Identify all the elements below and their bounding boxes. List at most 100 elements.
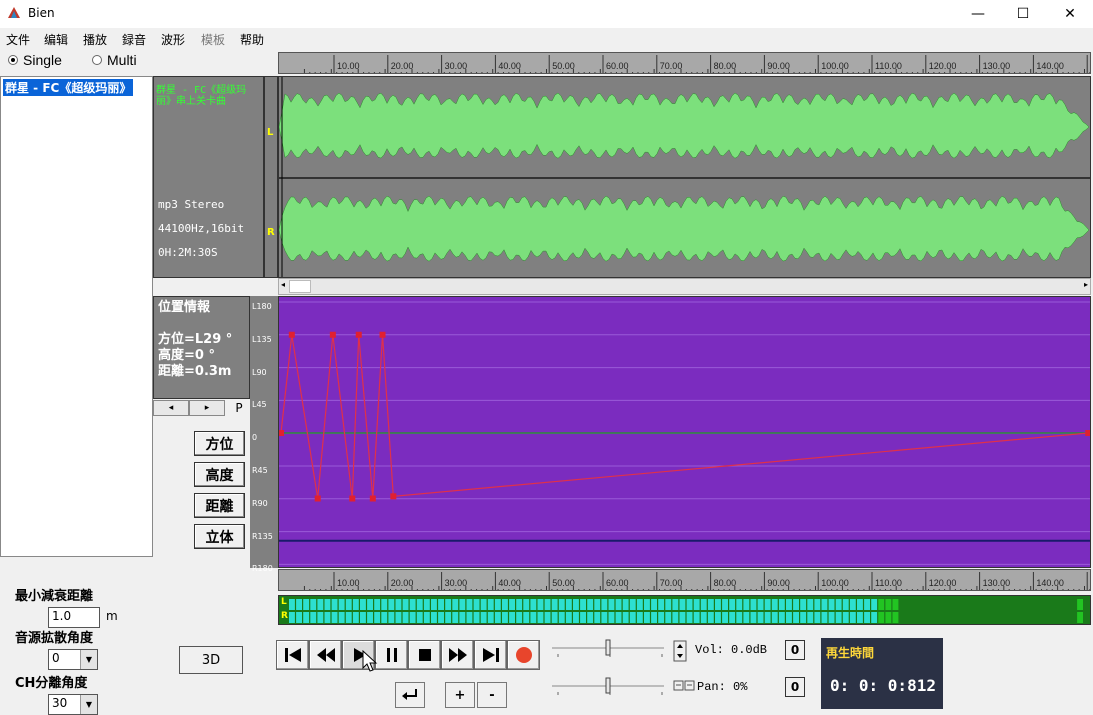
scroll-left-arrow[interactable]: ◂ (281, 280, 285, 289)
meter-segment (423, 612, 430, 623)
meter-segment (693, 599, 700, 610)
meter-segment (885, 612, 892, 623)
ruler-label: 50.00 (552, 578, 575, 588)
menu-file[interactable]: 文件 (6, 31, 30, 48)
meter-segment (509, 599, 515, 610)
channel-labels: L R (264, 76, 278, 278)
meter-segment (601, 612, 608, 623)
meter-segment (317, 612, 324, 623)
multi-radio[interactable]: Multi (92, 52, 137, 68)
spread-angle-select[interactable]: 0 ▼ (48, 649, 98, 670)
close-button[interactable]: ✕ (1047, 0, 1093, 28)
pause-button[interactable] (375, 640, 408, 670)
meter-segment (1077, 599, 1083, 610)
meter-segment (750, 599, 757, 610)
menu-template[interactable]: 模板 (201, 31, 225, 48)
meter-segment (573, 612, 579, 623)
pan-slider[interactable] (550, 677, 666, 697)
volume-slider[interactable] (550, 639, 666, 659)
track-info-panel: 群星 - FC《超级玛丽》串上关卡曲 mp3 Stereo 44100Hz,16… (153, 76, 264, 278)
scroll-right-arrow[interactable]: ▸ (1084, 280, 1088, 289)
record-button[interactable] (507, 640, 540, 670)
loop-button[interactable] (395, 682, 425, 708)
meter-segment (892, 612, 899, 623)
meter-segment (722, 612, 728, 623)
meter-segment (317, 599, 324, 610)
meter-segment (388, 612, 395, 623)
meter-segment (700, 612, 707, 623)
meter-segment (395, 612, 402, 623)
meter-segment (892, 599, 899, 610)
meter-segment (729, 612, 736, 623)
stereo-button[interactable]: 立体 (194, 524, 245, 549)
meter-segment (672, 612, 679, 623)
ch-angle-select[interactable]: 30 ▼ (48, 694, 98, 715)
meter-segment (814, 599, 821, 610)
meter-segment (594, 599, 601, 610)
stop-button[interactable] (408, 640, 441, 670)
ruler-label: 120.00 (929, 61, 957, 71)
waveform-scrollbar[interactable]: ◂ ▸ (278, 278, 1091, 295)
meter-segment (445, 599, 452, 610)
meter-segment (473, 599, 480, 610)
menu-waveform[interactable]: 波形 (161, 31, 185, 48)
meter-segment (757, 612, 764, 623)
single-radio[interactable]: Single (8, 52, 62, 68)
minimize-button[interactable]: — (955, 0, 1001, 28)
menu-play[interactable]: 播放 (83, 31, 107, 48)
meter-segment (693, 612, 700, 623)
prev-point-button[interactable]: ◂ (153, 400, 189, 416)
rewind-button[interactable] (309, 640, 342, 670)
skip-end-button[interactable] (474, 640, 507, 670)
zoom-out-button[interactable]: - (477, 682, 507, 708)
p-button[interactable]: P (229, 400, 249, 416)
multi-label: Multi (107, 52, 137, 68)
waveform-view[interactable] (278, 76, 1091, 278)
meter-segment (431, 599, 437, 610)
min-distance-input[interactable]: 1.0 (48, 607, 100, 628)
meter-segment (360, 599, 366, 610)
azimuth-button[interactable]: 方位 (194, 431, 245, 456)
meter-segment (658, 599, 665, 610)
pan-envelope-panel[interactable] (278, 296, 1091, 568)
meter-segment (764, 612, 771, 623)
menu-record[interactable]: 録音 (122, 31, 146, 48)
meter-segment (530, 599, 537, 610)
meter-segment (473, 612, 480, 623)
pan-envelope-point (314, 495, 321, 502)
skip-start-icon (284, 648, 301, 662)
fast-forward-button[interactable] (441, 640, 474, 670)
title-bar: Bien — ☐ ✕ (0, 0, 1093, 28)
time-ruler-top[interactable]: 10.00 20.00 30.00 40.00 50.00 60.00 70.00 80.00… (278, 52, 1091, 74)
next-point-button[interactable]: ▸ (189, 400, 225, 416)
pan-reset-button[interactable]: 0 (785, 677, 805, 697)
skip-end-icon (482, 648, 499, 662)
ruler-label: 80.00 (714, 578, 737, 588)
menu-edit[interactable]: 编辑 (44, 31, 68, 48)
time-ruler-bottom[interactable]: 10.00 20.00 30.00 40.00 50.00 60.00 70.00 80.00… (278, 569, 1091, 591)
slider-thumb (605, 639, 611, 656)
maximize-button[interactable]: ☐ (1000, 0, 1046, 28)
meter-segment (409, 612, 416, 623)
volume-spin-icon[interactable] (673, 640, 687, 662)
meter-segment (651, 612, 657, 623)
meter-segment (565, 599, 572, 610)
height-button[interactable]: 高度 (194, 462, 245, 487)
meter-segment (502, 612, 508, 623)
scroll-thumb[interactable] (289, 280, 311, 293)
menu-help[interactable]: 帮助 (240, 31, 264, 48)
ruler-svg: 10.00 20.00 30.00 40.00 50.00 60.00 70.00 80.00… (303, 55, 1090, 73)
file-list[interactable]: 群星 - FC《超级玛丽》 (0, 76, 153, 557)
distance-button[interactable]: 距離 (194, 493, 245, 518)
pan-envelope-point (369, 495, 376, 502)
3d-button[interactable]: 3D (179, 646, 243, 674)
zoom-in-button[interactable]: + (445, 682, 475, 708)
meter-segment (338, 599, 345, 610)
playback-time-value: 0: 0: 0:812 (830, 676, 936, 695)
skip-start-button[interactable] (276, 640, 309, 670)
meter-left-label: L (281, 597, 287, 607)
meter-segment (821, 599, 828, 610)
app-icon (8, 7, 20, 18)
file-list-item[interactable]: 群星 - FC《超级玛丽》 (3, 79, 134, 96)
volume-reset-button[interactable]: 0 (785, 640, 805, 660)
